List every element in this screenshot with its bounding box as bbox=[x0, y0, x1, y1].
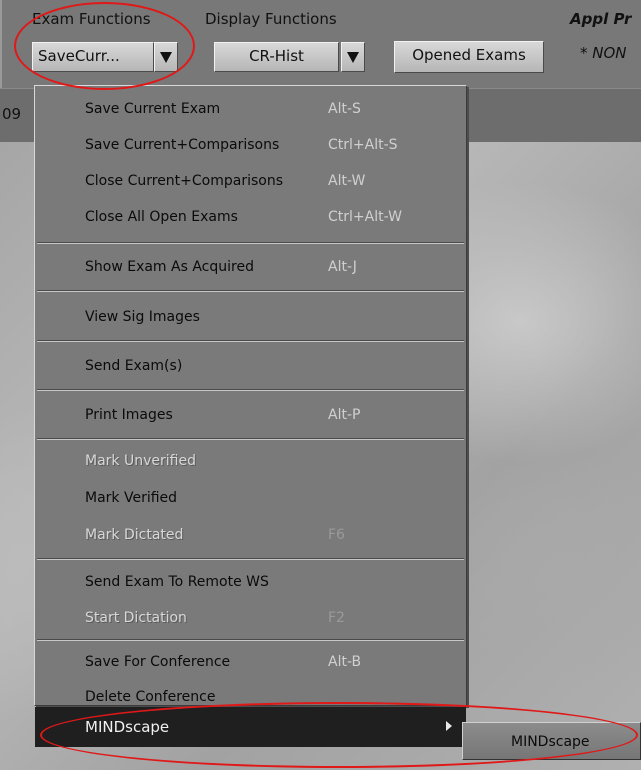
chevron-down-icon bbox=[347, 52, 359, 63]
menu-item-shortcut: Ctrl+Alt-W bbox=[328, 209, 402, 225]
display-functions-dropdown[interactable]: CR-Hist bbox=[214, 42, 339, 72]
menu-item-label: Close All Open Exams bbox=[85, 209, 238, 225]
menu-item-label: Start Dictation bbox=[85, 610, 187, 626]
display-functions-label: Display Functions bbox=[205, 10, 337, 28]
menu-item-shortcut: Alt-P bbox=[328, 407, 361, 423]
menu-item-shortcut: Alt-W bbox=[328, 173, 366, 189]
menu-item-view-sig-images[interactable]: View Sig Images bbox=[35, 300, 466, 334]
menu-item-label: Close Current+Comparisons bbox=[85, 173, 284, 189]
menu-item-shortcut: F2 bbox=[328, 610, 345, 626]
toolbar: Exam Functions Display Functions SaveCur… bbox=[0, 0, 641, 88]
menu-separator bbox=[37, 290, 464, 292]
menu-item-mark-dictated: Mark Dictated F6 bbox=[35, 518, 466, 552]
menu-separator bbox=[37, 639, 464, 641]
opened-exams-label: Opened Exams bbox=[412, 46, 526, 64]
menu-item-label: View Sig Images bbox=[85, 309, 200, 325]
menu-separator bbox=[37, 340, 464, 342]
none-label: * NON bbox=[580, 44, 627, 62]
menu-item-label: Mark Dictated bbox=[85, 527, 184, 543]
menu-item-shortcut: Alt-J bbox=[328, 259, 357, 275]
menu-item-save-current-exam[interactable]: Save Current Exam Alt-S bbox=[35, 92, 466, 126]
exam-functions-label: Exam Functions bbox=[32, 10, 151, 28]
menu-item-mindscape[interactable]: MINDscape bbox=[35, 707, 466, 747]
menu-item-shortcut: Ctrl+Alt-S bbox=[328, 137, 398, 153]
exam-functions-value: SaveCurr... bbox=[38, 47, 120, 65]
chevron-down-icon bbox=[160, 52, 172, 63]
menu-item-mark-unverified: Mark Unverified bbox=[35, 444, 466, 478]
menu-item-shortcut: F6 bbox=[328, 527, 345, 543]
menu-item-label: Print Images bbox=[85, 407, 173, 423]
menu-item-start-dictation: Start Dictation F2 bbox=[35, 601, 466, 635]
menu-item-shortcut: Alt-B bbox=[328, 654, 362, 670]
menu-item-label: Save Current+Comparisons bbox=[85, 137, 280, 153]
menu-item-show-exam-as-acquired[interactable]: Show Exam As Acquired Alt-J bbox=[35, 250, 466, 284]
menu-item-shortcut: Alt-S bbox=[328, 101, 361, 117]
menu-item-label: MINDscape bbox=[85, 718, 170, 736]
menu-item-label: Mark Verified bbox=[85, 490, 178, 506]
menu-item-print-images[interactable]: Print Images Alt-P bbox=[35, 398, 466, 432]
menu-item-close-current-comparisons[interactable]: Close Current+Comparisons Alt-W bbox=[35, 164, 466, 198]
display-functions-value: CR-Hist bbox=[249, 47, 304, 65]
submenu-item-mindscape[interactable]: MINDscape bbox=[511, 723, 590, 761]
menu-item-close-all-open-exams[interactable]: Close All Open Exams Ctrl+Alt-W bbox=[35, 200, 466, 234]
display-functions-dropdown-arrow[interactable] bbox=[341, 42, 365, 72]
menu-item-label: Mark Unverified bbox=[85, 453, 196, 469]
menu-item-label: Save For Conference bbox=[85, 654, 231, 670]
menu-item-send-exam-to-remote-ws[interactable]: Send Exam To Remote WS bbox=[35, 565, 466, 599]
menu-item-label: Save Current Exam bbox=[85, 101, 221, 117]
chevron-right-icon bbox=[446, 721, 452, 731]
appl-label: Appl Pr bbox=[570, 10, 632, 28]
exam-functions-dropdown-arrow[interactable] bbox=[154, 42, 178, 72]
mindscape-submenu: MINDscape bbox=[462, 722, 641, 760]
exam-functions-dropdown[interactable]: SaveCurr... bbox=[32, 42, 154, 72]
menu-separator bbox=[37, 558, 464, 560]
menu-item-save-current-comparisons[interactable]: Save Current+Comparisons Ctrl+Alt-S bbox=[35, 128, 466, 162]
opened-exams-button[interactable]: Opened Exams bbox=[394, 41, 544, 73]
menu-separator bbox=[37, 242, 464, 244]
exam-functions-menu: Save Current Exam Alt-S Save Current+Com… bbox=[34, 85, 467, 706]
menu-item-save-for-conference[interactable]: Save For Conference Alt-B bbox=[35, 645, 466, 679]
menu-separator bbox=[37, 389, 464, 391]
menu-item-send-exams[interactable]: Send Exam(s) bbox=[35, 349, 466, 383]
menu-item-label: Send Exam(s) bbox=[85, 358, 183, 374]
band-partial-text: 09 bbox=[2, 105, 22, 123]
menu-item-label: Show Exam As Acquired bbox=[85, 259, 254, 275]
menu-item-mark-verified[interactable]: Mark Verified bbox=[35, 481, 466, 515]
menu-item-label: Send Exam To Remote WS bbox=[85, 574, 269, 590]
menu-separator bbox=[37, 438, 464, 440]
